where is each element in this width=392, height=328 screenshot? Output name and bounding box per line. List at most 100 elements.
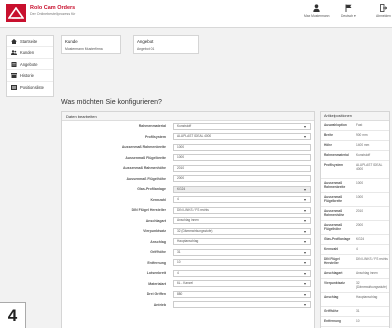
article-row: Kennzahl 4 <box>321 245 389 255</box>
article-row: Aussenmaß Rahmenbreite 1000 <box>321 179 389 193</box>
form-select[interactable]: 6L - Kanzel <box>173 280 311 287</box>
article-value: DIN LINKS / FS rechts <box>356 257 388 261</box>
chevron-down-icon <box>304 188 306 191</box>
form-row: Griffhöhe 31 <box>62 247 314 258</box>
form-field-label: Rahmenmaterial <box>138 124 166 128</box>
article-key: Breite <box>324 133 334 137</box>
logout-button[interactable]: Abmelden <box>376 4 391 18</box>
article-key: Aussenmaß Flügelhöhe <box>324 223 343 231</box>
article-panel-title: Artikelpositionen <box>321 112 389 121</box>
sidebar-item-label: Startseite <box>20 39 38 44</box>
article-value: 4 <box>356 247 358 251</box>
article-value: ALUPLAST IDEAL 4000 <box>356 163 383 171</box>
form-select[interactable]: Hauptanschlag <box>173 238 311 245</box>
form-select[interactable]: 4 <box>173 269 311 277</box>
form-select[interactable]: 31 <box>173 248 311 256</box>
form-field-value: 2000 <box>177 176 185 180</box>
form-select[interactable]: Kunststoff <box>173 122 311 130</box>
article-value: 1000 <box>356 181 364 185</box>
chevron-down-icon <box>304 304 306 306</box>
form-select[interactable]: 10 <box>173 259 311 266</box>
article-value: 2000 <box>356 223 364 227</box>
sidebar-item-history[interactable]: Historie <box>7 70 53 82</box>
language-label: Deutsch ▾ <box>341 14 356 18</box>
article-row: Höhe 1400 mm <box>321 141 389 151</box>
form-field-value: 1000 <box>177 144 185 149</box>
form-select[interactable]: Anschlag innen <box>173 217 311 224</box>
article-row: Auswahloption Fast <box>321 121 389 131</box>
sidebar-item-positions[interactable]: Positionsliste <box>7 82 53 93</box>
form-field-value: 1000 <box>177 155 185 159</box>
article-key: Griffhöhe <box>324 309 339 313</box>
chevron-down-icon <box>304 283 306 285</box>
article-value: 31 <box>356 309 360 313</box>
sidebar-item-offers[interactable]: Angebote <box>7 59 53 71</box>
user-menu[interactable]: Max Mustermann <box>304 4 329 18</box>
form-select[interactable]: KG24 <box>173 185 311 193</box>
chevron-down-icon <box>304 136 306 138</box>
form-select[interactable]: ALUPLAST IDEAL 4000 <box>173 133 311 140</box>
form-select[interactable]: 880 <box>173 290 311 298</box>
form-field-value: Hauptanschlag <box>177 239 199 243</box>
form-select[interactable]: 4 <box>173 196 311 203</box>
article-row: Aussenmaß Rahmenhöhe 2010 <box>321 207 389 221</box>
form-select[interactable]: DIN LINKS / FS rechts <box>173 206 311 214</box>
sidebar-item-customers[interactable]: Kunden <box>7 47 53 59</box>
logo[interactable] <box>6 4 26 22</box>
form-input[interactable]: 2000 <box>173 175 311 182</box>
brand-title: Rolo Cam Orders <box>30 5 76 11</box>
form-field-value: 32 (Dämmwirkungsstufe) <box>177 228 213 233</box>
article-row: Anschlagart Anschlag innen <box>321 269 389 279</box>
article-key: Glas-Profilanlage <box>324 237 351 241</box>
form-title: Daten bearbeiten <box>62 112 314 121</box>
article-row: DIN Flügel Hersteller DIN LINKS / FS rech… <box>321 255 389 269</box>
article-key: Anschlagart <box>324 271 343 275</box>
form-field-label: Entfernung <box>147 260 166 265</box>
chevron-down-icon <box>304 251 306 254</box>
form-select[interactable]: 32 (Dämmwirkungsstufe) <box>173 227 311 235</box>
form-field-label: Materialart <box>148 281 166 286</box>
sidebar-item-label: Angebote <box>20 61 38 67</box>
article-value: Kunststoff <box>356 153 371 157</box>
logout-icon <box>380 4 387 12</box>
form-input[interactable]: 1000 <box>173 154 311 161</box>
article-positions-panel: Artikelpositionen Auswahloption Fast Breit… <box>320 111 390 328</box>
article-value: 1400 mm <box>356 143 370 147</box>
list-icon <box>11 84 17 90</box>
article-row: Rahmenmaterial Kunststoff <box>321 151 389 161</box>
chevron-down-icon <box>304 241 306 243</box>
form-input[interactable]: 2010 <box>173 164 311 172</box>
article-value: Anschlag innen <box>356 271 378 275</box>
language-menu[interactable]: Deutsch ▾ <box>341 4 356 18</box>
chevron-down-icon <box>304 262 306 264</box>
article-value: 1000 <box>356 195 364 199</box>
sidebar-item-label: Kunden <box>20 50 35 56</box>
form-field-value: 4 <box>177 270 179 275</box>
form-row: Profilsystem ALUPLAST IDEAL 4000 <box>62 132 314 143</box>
form-field-label: Aussenmaß Rahmenhöhe <box>123 166 166 170</box>
form-field-label: DIN Flügel Hersteller <box>131 208 166 212</box>
form-field-value: 4 <box>177 197 179 201</box>
article-key: Auswahloption <box>324 123 347 127</box>
app-header: Rolo Cam Orders Der Onlinebestellprozess… <box>0 0 392 28</box>
sidebar-item-start[interactable]: Startseite <box>7 36 53 48</box>
form-field-value: Anschlag innen <box>177 218 199 222</box>
article-value: 2010 <box>356 209 364 213</box>
form-row: Materialart 6L - Kanzel <box>62 279 314 290</box>
form-row: Glas-Profilanlage KG24 <box>62 184 314 195</box>
form-field-label: Anschlagart <box>145 218 166 223</box>
chevron-down-icon <box>304 199 306 201</box>
rolo-logo-icon <box>8 7 24 19</box>
article-key: Kennzahl <box>324 247 339 251</box>
sidebar-nav: Startseite Kunden Angebote Historie Posi… <box>6 35 54 97</box>
form-input[interactable]: 1000 <box>173 143 311 151</box>
form-select[interactable] <box>173 301 311 308</box>
sidebar-item-label: Historie <box>20 73 34 79</box>
article-key: Rahmenmaterial <box>324 153 349 157</box>
form-field-label: Antrieb <box>153 302 166 307</box>
form-field-label: Griffhöhe <box>150 250 166 254</box>
offer-title: Angebot <box>137 39 154 44</box>
offer-panel: Angebot Angebot 01 <box>133 35 199 54</box>
form-field-value: 2010 <box>177 165 185 170</box>
article-value: Hauptanschlag <box>356 295 378 299</box>
